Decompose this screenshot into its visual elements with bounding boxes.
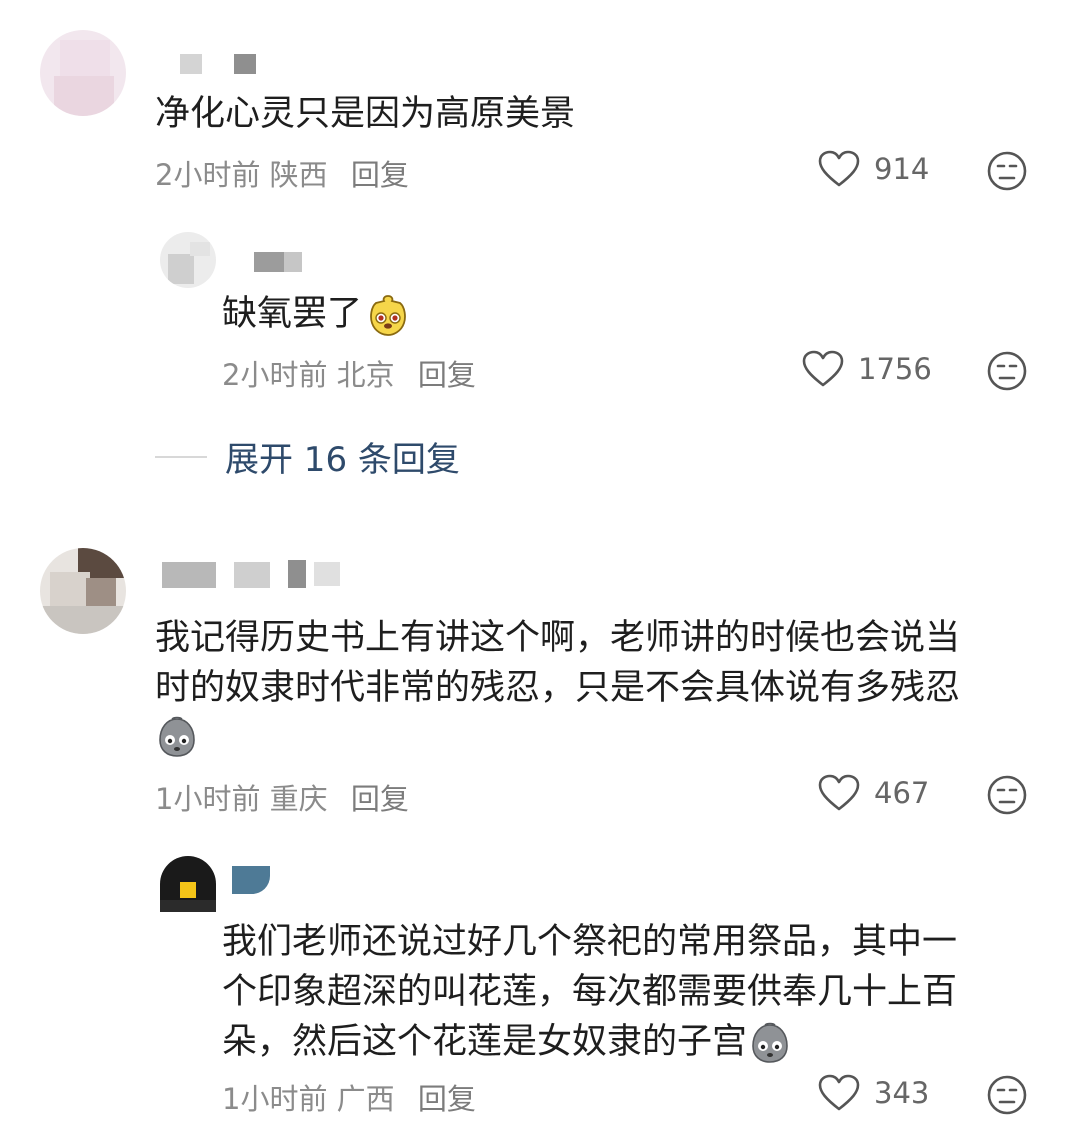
- username-redacted[interactable]: [314, 562, 340, 586]
- avatar[interactable]: [40, 30, 126, 116]
- username-redacted[interactable]: [234, 54, 256, 74]
- heart-icon: [802, 350, 844, 387]
- username-redacted[interactable]: [232, 866, 270, 894]
- reply-text: 缺氧罢了: [222, 288, 410, 340]
- heart-icon: [818, 774, 860, 811]
- like-count: 343: [874, 1076, 930, 1110]
- comment-meta: 2小时前 陕西 回复: [155, 152, 409, 194]
- gray-sad-emoji-icon: [159, 716, 195, 757]
- comment-time: 1小时前: [155, 782, 261, 816]
- reply-text-line: 我们老师还说过好几个祭祀的常用祭品，其中一: [222, 922, 958, 962]
- gray-sad-emoji-icon: [752, 1022, 788, 1063]
- reply-button[interactable]: 回复: [418, 1082, 476, 1116]
- comment-time: 2小时前: [155, 158, 261, 192]
- reply-text-line: 个印象超深的叫花莲，每次都需要供奉几十上百: [222, 972, 958, 1012]
- dislike-face-icon[interactable]: [986, 350, 1028, 392]
- avatar[interactable]: [160, 856, 216, 912]
- like-button[interactable]: 343: [818, 1074, 929, 1112]
- avatar[interactable]: [160, 232, 216, 288]
- heart-icon: [818, 1074, 860, 1111]
- reply-button[interactable]: 回复: [418, 358, 476, 392]
- comment-meta: 1小时前 重庆 回复: [155, 776, 409, 818]
- username-redacted[interactable]: [234, 562, 270, 588]
- username-redacted[interactable]: [180, 54, 202, 74]
- reply-time: 1小时前: [222, 1082, 328, 1116]
- reply-meta: 1小时前 广西 回复: [222, 1076, 476, 1118]
- dislike-face-icon[interactable]: [986, 150, 1028, 192]
- username-redacted[interactable]: [162, 562, 216, 588]
- like-button[interactable]: 1756: [802, 350, 932, 388]
- dislike-face-icon[interactable]: [986, 774, 1028, 816]
- dislike-face-icon[interactable]: [986, 1074, 1028, 1116]
- reply-text-line: 朵，然后这个花莲是女奴隶的子宫: [222, 1016, 791, 1068]
- expand-divider: [155, 455, 207, 458]
- avatar[interactable]: [40, 548, 126, 634]
- like-count: 1756: [858, 352, 932, 386]
- comment-text-line: 时的奴隶时代非常的残忍，只是不会具体说有多残忍: [155, 668, 961, 708]
- reply-time: 2小时前: [222, 358, 328, 392]
- like-count: 467: [874, 776, 930, 810]
- username-redacted[interactable]: [288, 560, 306, 588]
- reply-button[interactable]: 回复: [351, 782, 409, 816]
- like-button[interactable]: 467: [818, 774, 929, 812]
- comment-text-line: 我记得历史书上有讲这个啊，老师讲的时候也会说当: [155, 618, 961, 658]
- username-redacted[interactable]: [254, 252, 284, 272]
- like-button[interactable]: 914: [818, 150, 929, 188]
- reply-location: 广西: [336, 1082, 395, 1116]
- comment-location: 陕西: [269, 158, 328, 192]
- comment-location: 重庆: [269, 782, 328, 816]
- expand-replies-label: 展开 16 条回复: [225, 440, 460, 480]
- username-redacted[interactable]: [284, 252, 302, 272]
- like-count: 914: [874, 152, 930, 186]
- reply-meta: 2小时前 北京 回复: [222, 352, 476, 394]
- yellow-mascot-emoji-icon: [370, 295, 406, 336]
- heart-icon: [818, 150, 860, 187]
- expand-replies-button[interactable]: 展开 16 条回复: [155, 432, 460, 481]
- reply-button[interactable]: 回复: [351, 158, 409, 192]
- comment-text: 净化心灵只是因为高原美景: [155, 94, 576, 134]
- reply-location: 北京: [336, 358, 395, 392]
